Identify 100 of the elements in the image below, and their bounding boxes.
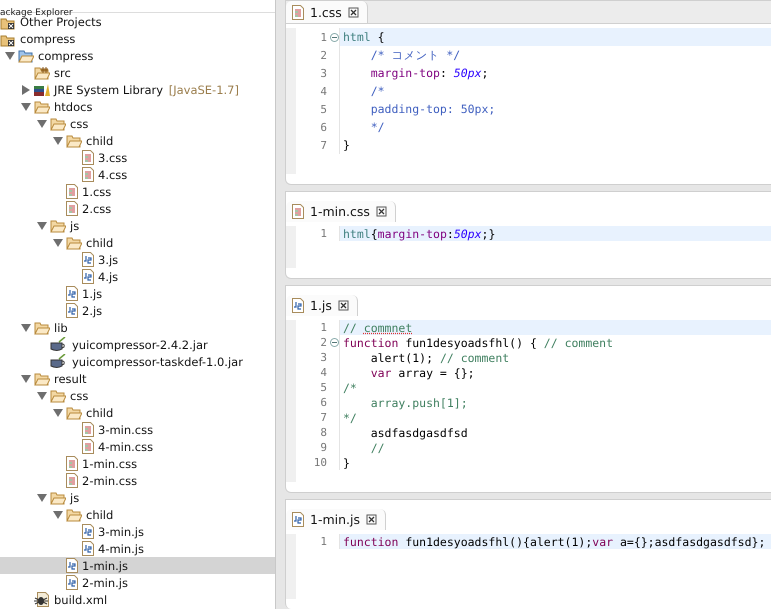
- fold-icon[interactable]: [330, 338, 339, 347]
- tree-item[interactable]: js: [0, 217, 275, 234]
- expanded-arrow-icon[interactable]: [21, 374, 31, 384]
- line-number: 3: [320, 351, 327, 364]
- code-line: margin-top: 50px;: [370, 65, 490, 82]
- collapsed-arrow-icon[interactable]: [21, 84, 31, 94]
- tree-item[interactable]: child: [0, 404, 275, 421]
- fold-icon[interactable]: [330, 32, 339, 42]
- expanded-arrow-icon[interactable]: [37, 390, 47, 400]
- expanded-arrow-icon[interactable]: [53, 510, 63, 520]
- tree-item[interactable]: yuicompressor-taskdef-1.0.jar: [0, 353, 275, 370]
- line-number: 8: [320, 426, 327, 439]
- code-line: }: [342, 455, 351, 470]
- editor-tab[interactable]: 1.js: [286, 295, 358, 316]
- expanded-arrow-icon[interactable]: [21, 322, 31, 332]
- tree-item[interactable]: 1-min.css: [0, 455, 275, 472]
- tree-item[interactable]: child: [0, 506, 275, 523]
- line-number: 3: [320, 66, 327, 80]
- close-icon[interactable]: [376, 206, 387, 217]
- tree-item[interactable]: child: [0, 132, 275, 149]
- tree-item[interactable]: 1.css: [0, 183, 275, 200]
- js-file-icon: [66, 286, 78, 301]
- close-icon[interactable]: [338, 300, 349, 311]
- line-number: 7: [320, 411, 327, 424]
- coffee-cup-icon: [50, 354, 68, 369]
- expanded-arrow-icon[interactable]: [37, 492, 47, 502]
- expanded-arrow-icon[interactable]: [5, 50, 15, 60]
- css-file-icon: [82, 422, 94, 437]
- css-file-icon: [82, 439, 94, 454]
- expanded-arrow-icon[interactable]: [53, 238, 63, 248]
- tree-item[interactable]: 4.css: [0, 166, 275, 183]
- tree-item[interactable]: compress: [0, 30, 275, 47]
- folder-icon: [34, 372, 50, 386]
- code-line: array.push[1];: [370, 395, 469, 410]
- code-line: /*: [370, 83, 386, 100]
- tree-item[interactable]: 4-min.css: [0, 438, 275, 455]
- tree-item[interactable]: 2-min.js: [0, 574, 275, 591]
- line-number: 1: [320, 535, 327, 548]
- editor-tab[interactable]: 1.css: [286, 1, 368, 23]
- expanded-arrow-icon[interactable]: [37, 118, 47, 128]
- folder-icon: [66, 508, 82, 522]
- tree-item[interactable]: JRE System Library [JavaSE-1.7]: [0, 81, 275, 98]
- line-number: 5: [320, 381, 327, 394]
- tree-item[interactable]: yuicompressor-2.4.2.jar: [0, 336, 275, 353]
- expanded-arrow-icon[interactable]: [37, 220, 47, 230]
- js-file-icon: [82, 252, 94, 267]
- folder-icon: [50, 116, 66, 130]
- tree-item[interactable]: 3-min.js: [0, 523, 275, 540]
- tree-item[interactable]: css: [0, 387, 275, 404]
- expanded-arrow-icon[interactable]: [53, 136, 63, 146]
- editor-tab[interactable]: 1-min.js: [286, 509, 386, 530]
- tree-item[interactable]: 3-min.css: [0, 421, 275, 438]
- line-number: 4: [320, 366, 327, 379]
- code-line: */: [342, 410, 358, 425]
- line-number: 1: [320, 321, 327, 334]
- js-file-icon: [66, 575, 78, 590]
- js-file-icon: [82, 524, 94, 539]
- tree-item[interactable]: 1-min.js: [0, 557, 275, 574]
- css-file-icon: [66, 456, 78, 471]
- tree-item[interactable]: result: [0, 370, 275, 387]
- tree-item[interactable]: 3.js: [0, 251, 275, 268]
- tree-item[interactable]: 4-min.js: [0, 540, 275, 557]
- tree-item[interactable]: build.xml: [0, 591, 275, 608]
- tree-item[interactable]: 1.js: [0, 285, 275, 302]
- tree-item[interactable]: src: [0, 64, 275, 81]
- tree-item[interactable]: htdocs: [0, 98, 275, 115]
- expanded-arrow-icon[interactable]: [21, 102, 31, 112]
- folder-icon: [50, 490, 66, 504]
- tree-item[interactable]: js: [0, 489, 275, 506]
- tree-item[interactable]: child: [0, 234, 275, 251]
- tree-item[interactable]: 2.css: [0, 200, 275, 217]
- code-line: function fun1desyoadsfhl() { // comment: [342, 335, 614, 350]
- expanded-arrow-icon[interactable]: [53, 408, 63, 418]
- folder-icon: [34, 66, 50, 80]
- folder-icon: [50, 218, 66, 232]
- js-file-icon: [82, 541, 94, 556]
- tree-item[interactable]: 2.js: [0, 302, 275, 319]
- code-line: asdfasdgasdfsd: [370, 425, 469, 440]
- line-number: 2: [320, 48, 327, 62]
- editor-tab[interactable]: 1-min.css: [286, 201, 396, 222]
- folder-icon: [34, 320, 50, 334]
- tree-item[interactable]: 2-min.css: [0, 472, 275, 489]
- line-number: 6: [320, 120, 327, 134]
- code-line: }: [342, 137, 351, 154]
- close-icon[interactable]: [348, 6, 359, 18]
- ant-build-icon: [34, 592, 50, 607]
- tree-item[interactable]: 3.css: [0, 149, 275, 166]
- line-number: 2: [320, 336, 327, 349]
- close-icon[interactable]: [366, 514, 377, 525]
- code-line: padding-top: 50px;: [370, 101, 496, 118]
- line-number: 7: [320, 138, 327, 152]
- overview-ruler: [286, 534, 296, 599]
- tree-item[interactable]: lib: [0, 319, 275, 336]
- overview-ruler: [286, 226, 296, 268]
- css-file-icon: [66, 473, 78, 488]
- line-number: 5: [320, 102, 327, 116]
- project-folder-icon: [18, 48, 34, 62]
- tree-item[interactable]: 4.js: [0, 268, 275, 285]
- tree-item[interactable]: css: [0, 115, 275, 132]
- tree-item[interactable]: compress: [0, 47, 275, 64]
